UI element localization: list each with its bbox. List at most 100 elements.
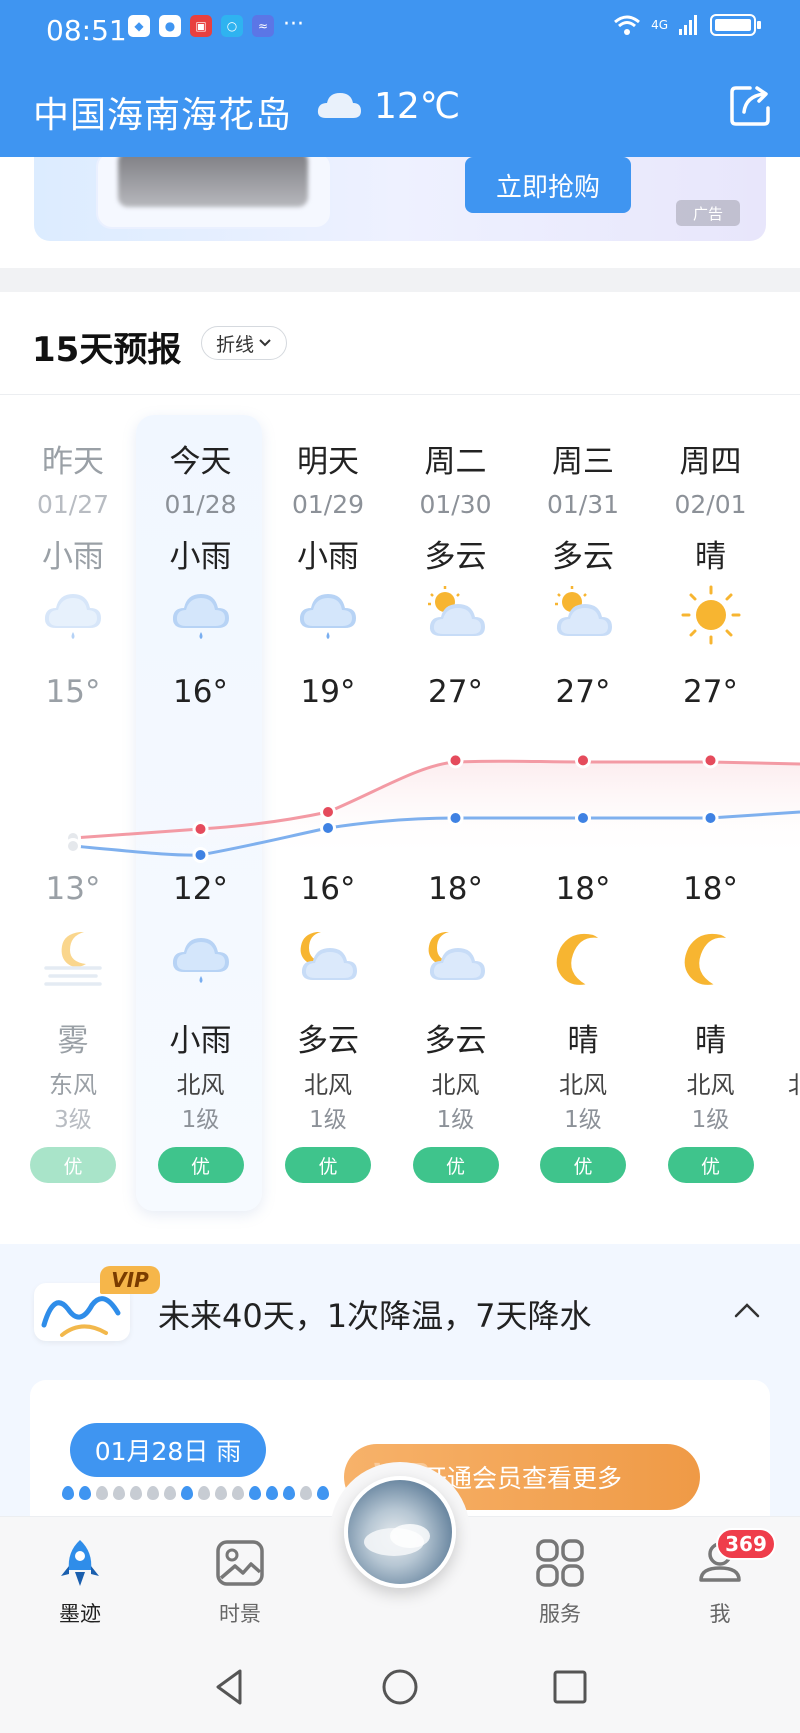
wind-level: 1级: [691, 1107, 730, 1133]
nav-me-label: 我: [709, 1602, 731, 1626]
aqi-badge: 优: [157, 1147, 244, 1183]
low-temp-point: [578, 813, 588, 823]
rain-cloud-icon: [295, 582, 361, 648]
wind-direction: 北风: [304, 1071, 352, 1099]
night-condition: 多云: [424, 1023, 487, 1059]
forty-day-rain-dots: [62, 1486, 329, 1500]
low-temp-point: [68, 841, 78, 851]
day-condition: 晴: [695, 539, 726, 575]
high-temp-point: [323, 807, 333, 817]
day-condition: 小雨: [297, 539, 359, 575]
share-icon[interactable]: [728, 84, 772, 128]
home-icon[interactable]: [378, 1665, 422, 1709]
day-name: 昨天: [42, 444, 104, 480]
shopping-app-icon: ▣: [190, 15, 212, 37]
night-condition: 雾: [57, 1023, 89, 1059]
day-condition: 小雨: [42, 539, 104, 575]
chevron-up-icon[interactable]: [732, 1296, 762, 1326]
ad-label: 广告: [676, 200, 740, 226]
notification-badge: 369: [716, 1528, 776, 1560]
grid-icon: [536, 1539, 584, 1587]
nav-moji[interactable]: 墨迹: [25, 1536, 135, 1628]
ad-banner[interactable]: 立即抢购 广告: [34, 157, 766, 241]
partly-cloudy-night-icon: [295, 926, 361, 992]
rocket-icon: [61, 1540, 99, 1586]
nav-services[interactable]: 服务: [505, 1536, 615, 1628]
wind-direction: 北风: [686, 1071, 735, 1099]
day-name: 周二: [424, 444, 487, 480]
wind-direction: 北风: [559, 1071, 607, 1099]
day-condition: 小雨: [169, 539, 232, 575]
cloud-icon: [317, 93, 361, 118]
wind-level: 1级: [564, 1107, 602, 1133]
section-gap: [0, 268, 800, 292]
live-scene-button[interactable]: [344, 1476, 456, 1588]
photo-icon: [216, 1540, 264, 1586]
night-condition: 小雨: [169, 1023, 232, 1059]
night-condition: 多云: [297, 1023, 359, 1059]
partly-cloudy-night-icon: [423, 926, 489, 992]
current-temperature: 12℃: [374, 86, 461, 127]
nav-scene[interactable]: 时景: [185, 1536, 295, 1628]
day-condition: 多云: [552, 539, 614, 575]
high-area: [73, 761, 800, 860]
recents-icon[interactable]: [548, 1665, 592, 1709]
day-condition: 多云: [424, 539, 487, 575]
aqi-badge: 优: [540, 1147, 626, 1183]
night-condition: 晴: [695, 1023, 726, 1059]
high-temp-point: [450, 755, 461, 766]
signal-icon: [679, 15, 697, 35]
system-status: 4G: [613, 14, 761, 36]
partly-cloudy-day-icon: [423, 582, 489, 648]
day-name: 周四: [679, 444, 742, 480]
day-date: 01/30: [419, 490, 492, 519]
temperature-curve: [65, 752, 800, 863]
next-day-wind-edge: 北: [788, 1065, 800, 1100]
forty-day-summary[interactable]: 未来40天，1次降温，7天降水: [158, 1291, 591, 1337]
wifi-icon: [614, 15, 641, 35]
back-icon[interactable]: [208, 1665, 252, 1709]
ad-product-image: [118, 157, 308, 207]
vip-badge: VIP: [100, 1266, 160, 1294]
aqi-badge: 优: [667, 1147, 754, 1183]
vpn-app-icon: ≈: [252, 15, 274, 37]
moon-icon: [550, 926, 616, 992]
chart-mode-toggle[interactable]: 折线: [201, 326, 287, 360]
day-date: 01/27: [36, 490, 110, 519]
moon-icon: [678, 926, 744, 992]
location-title[interactable]: 中国海南海花岛: [33, 86, 292, 138]
wind-direction: 北风: [176, 1071, 225, 1099]
aqi-badge: 优: [30, 1147, 116, 1183]
nav-services-label: 服务: [539, 1602, 581, 1626]
chevron-down-icon: [259, 339, 271, 347]
divider: [0, 394, 800, 395]
wind-level: 1级: [309, 1107, 347, 1133]
shield-app-icon: ◆: [128, 15, 150, 37]
rain-cloud-icon: [168, 926, 234, 992]
notification-icons: ◆ ● ▣ ○ ≈ ···: [128, 12, 304, 37]
status-time: 08:51: [46, 14, 127, 47]
chart-mode-label: 折线: [215, 333, 254, 356]
message-app-icon: ●: [159, 15, 181, 37]
battery-icon: [710, 14, 761, 36]
high-temp-point: [578, 755, 588, 766]
day-date: 01/31: [546, 490, 620, 519]
ad-label-text: 广告: [692, 204, 723, 223]
low-temp-point: [323, 823, 333, 833]
search-app-icon: ○: [221, 15, 243, 37]
rain-cloud-icon: [40, 582, 106, 648]
wind-level: 1级: [181, 1107, 220, 1133]
nav-moji-label: 墨迹: [59, 1602, 101, 1626]
day-date: 01/29: [291, 490, 365, 519]
wind-direction: 东风: [49, 1071, 97, 1099]
day-name: 明天: [297, 444, 359, 480]
wind-level: 3级: [54, 1107, 92, 1133]
header-bar: 08:51 ◆ ● ▣ ○ ≈ ··· 4G 中国海南海花岛 12℃: [0, 0, 800, 157]
buy-now-button[interactable]: 立即抢购: [465, 157, 631, 213]
day-date: 01/28: [164, 490, 237, 519]
wind-direction: 北风: [431, 1071, 480, 1099]
forty-day-date-pill: 01月28日 雨: [70, 1423, 266, 1477]
aqi-badge: 优: [285, 1147, 371, 1183]
low-temp-point: [195, 850, 206, 860]
more-notifications-icon: ···: [283, 12, 304, 37]
